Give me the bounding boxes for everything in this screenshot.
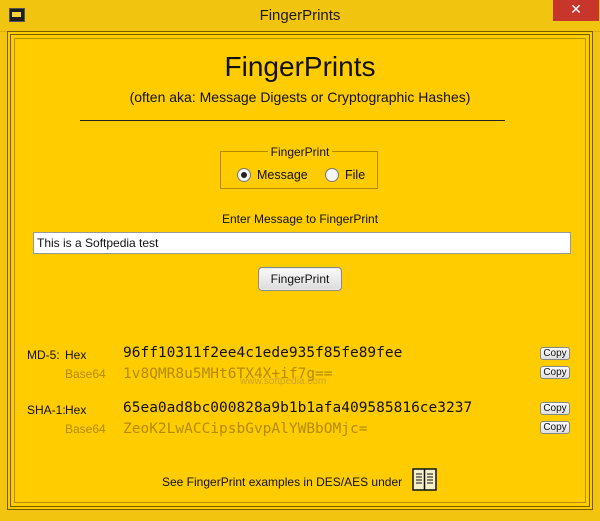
radio-file[interactable]: File [325, 167, 365, 183]
book-icon[interactable] [412, 467, 437, 492]
radio-message[interactable]: Message [237, 167, 308, 183]
sha1-label: SHA-1: [27, 403, 66, 417]
radio-file-label: File [345, 168, 366, 182]
close-icon: ✕ [570, 2, 582, 18]
sha1-hex-copy-button[interactable]: Copy [540, 402, 570, 415]
sha1-hex-value: 65ea0ad8bc000828a9b1b1afa409585816ce3237 [123, 400, 473, 416]
md5-base64-copy-button[interactable]: Copy [540, 366, 570, 379]
page-subtitle: (often aka: Message Digests or Cryptogra… [129, 89, 471, 105]
md5-hex-label: Hex [65, 348, 87, 362]
message-prompt: Enter Message to FingerPrint [221, 212, 379, 226]
md5-hex-copy-button[interactable]: Copy [540, 347, 570, 360]
title-bar: FingerPrints ✕ [0, 0, 600, 32]
mode-group-legend: FingerPrint [267, 145, 333, 159]
radio-selected-icon [237, 168, 251, 182]
md5-hex-value: 96ff10311f2ee4c1ede935f85fe89fee [123, 345, 403, 361]
sha1-base64-label: Base64 [65, 422, 106, 436]
sha1-base64-copy-button[interactable]: Copy [540, 421, 570, 434]
window-title: FingerPrints [259, 7, 341, 24]
examples-note: See FingerPrint examples in DES/AES unde… [162, 475, 403, 489]
close-button[interactable]: ✕ [553, 0, 599, 21]
md5-label: MD-5: [27, 348, 60, 362]
divider [80, 120, 505, 121]
sha1-hex-label: Hex [65, 403, 87, 417]
message-input[interactable] [33, 232, 571, 254]
radio-unselected-icon [325, 168, 339, 182]
md5-base64-label: Base64 [65, 367, 106, 381]
sha1-base64-value: ZeoK2LwACCipsbGvpAlYWBbOMjc= [123, 421, 368, 437]
fingerprint-button[interactable]: FingerPrint [258, 267, 342, 291]
radio-message-label: Message [257, 168, 308, 182]
watermark: www.softpedia.com [240, 376, 327, 387]
page-title: FingerPrints [224, 51, 376, 82]
